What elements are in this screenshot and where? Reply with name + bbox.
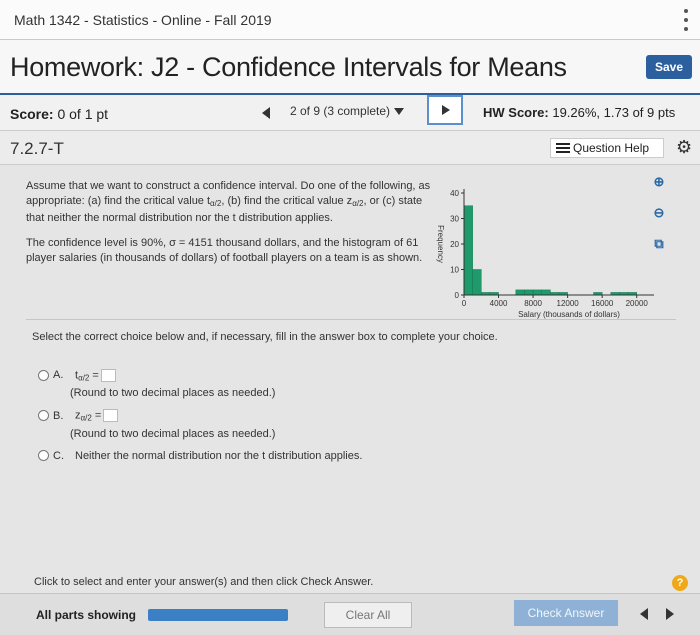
x-tick-label: 4000 xyxy=(490,299,508,308)
question-content: Assume that we want to construct a confi… xyxy=(0,165,700,635)
y-axis-label: Frequency xyxy=(436,225,445,263)
radio-choice-b[interactable] xyxy=(38,410,49,422)
choice-a-hint: (Round to two decimal places as needed.) xyxy=(70,387,276,400)
previous-question-icon[interactable] xyxy=(262,107,270,119)
histogram-bar xyxy=(532,289,542,296)
problem-statement: Assume that we want to construct a confi… xyxy=(26,179,436,276)
divider xyxy=(26,319,676,320)
next-question-button[interactable] xyxy=(427,95,463,125)
external-link-icon[interactable]: ⧉ xyxy=(650,235,668,253)
salary-histogram: 0 10 20 30 40 0 4000 8000 12000 16000 20000 Salary … xyxy=(436,189,654,319)
histogram-tools: ⊕ ⊖ ⧉ xyxy=(650,173,680,266)
choice-b[interactable]: B. zα/2 = (Round to two decimal places as… xyxy=(38,409,362,440)
answer-input-a[interactable] xyxy=(100,369,116,382)
y-tick-label: 40 xyxy=(450,189,459,198)
course-title: Math 1342 - Statistics - Online - Fall 2… xyxy=(14,12,272,28)
x-tick-label: 0 xyxy=(462,299,467,308)
y-tick-label: 20 xyxy=(450,240,459,249)
histogram-bar xyxy=(524,289,534,296)
next-arrow-icon[interactable] xyxy=(666,608,674,620)
previous-arrow-icon[interactable] xyxy=(640,608,648,620)
question-header: 7.2.7-T Question Help ⚙ xyxy=(0,131,700,165)
check-answer-button[interactable]: Check Answer xyxy=(514,600,618,626)
choice-b-hint: (Round to two decimal places as needed.) xyxy=(70,427,276,440)
homework-title-bar: Homework: J2 - Confidence Intervals for … xyxy=(0,40,700,95)
radio-choice-a[interactable] xyxy=(38,370,49,381)
y-tick-label: 0 xyxy=(455,291,460,300)
answer-choices: A. tα/2 = (Round to two decimal places as… xyxy=(38,369,362,472)
y-tick-label: 30 xyxy=(450,215,459,224)
histogram-bar xyxy=(541,289,551,296)
zoom-out-icon[interactable]: ⊖ xyxy=(650,204,668,222)
instruction-text: Select the correct choice below and, if … xyxy=(32,331,498,343)
list-icon xyxy=(556,143,570,153)
help-question-icon[interactable]: ? xyxy=(672,575,688,591)
x-axis-label: Salary (thousands of dollars) xyxy=(518,310,620,319)
x-tick-label: 20000 xyxy=(626,299,649,308)
problem-details: The confidence level is 90%, σ = 4151 th… xyxy=(26,237,423,264)
chevron-down-icon xyxy=(394,108,405,116)
more-options-icon[interactable] xyxy=(684,9,690,31)
x-tick-label: 16000 xyxy=(591,299,614,308)
choice-a[interactable]: A. tα/2 = (Round to two decimal places as… xyxy=(38,369,362,399)
x-tick-label: 8000 xyxy=(524,299,542,308)
histogram-bar xyxy=(515,289,525,296)
next-arrow-icon xyxy=(442,105,450,115)
score-bar: Score: 0 of 1 pt 2 of 9 (3 complete) HW … xyxy=(0,95,700,131)
zoom-in-icon[interactable]: ⊕ xyxy=(650,173,668,191)
footer-bar: All parts showing Clear All Check Answer xyxy=(0,593,700,635)
parts-progress-bar xyxy=(148,609,288,621)
parts-label: All parts showing xyxy=(36,608,137,622)
choice-c[interactable]: C. Neither the normal distribution nor th… xyxy=(38,450,362,462)
x-tick-label: 12000 xyxy=(557,299,580,308)
page-title: Homework: J2 - Confidence Intervals for … xyxy=(10,52,567,82)
course-bar: Math 1342 - Statistics - Online - Fall 2… xyxy=(0,0,700,40)
histogram-bar xyxy=(463,205,473,296)
y-tick-label: 10 xyxy=(450,266,459,275)
histogram-bar xyxy=(472,269,482,296)
footer-message: Click to select and enter your answer(s)… xyxy=(34,576,374,588)
question-id: 7.2.7-T xyxy=(10,139,64,158)
radio-choice-c[interactable] xyxy=(38,450,49,462)
gear-icon[interactable]: ⚙ xyxy=(676,138,692,156)
save-button[interactable]: Save xyxy=(646,55,692,79)
question-help-button[interactable]: Question Help xyxy=(550,138,664,158)
answer-input-b[interactable] xyxy=(103,409,119,423)
question-score: Score: 0 of 1 pt xyxy=(10,106,109,122)
homework-score: HW Score: 19.26%, 1.73 of 9 pts xyxy=(483,105,676,120)
clear-all-button[interactable]: Clear All xyxy=(324,602,412,628)
question-selector[interactable]: 2 of 9 (3 complete) xyxy=(290,104,405,118)
